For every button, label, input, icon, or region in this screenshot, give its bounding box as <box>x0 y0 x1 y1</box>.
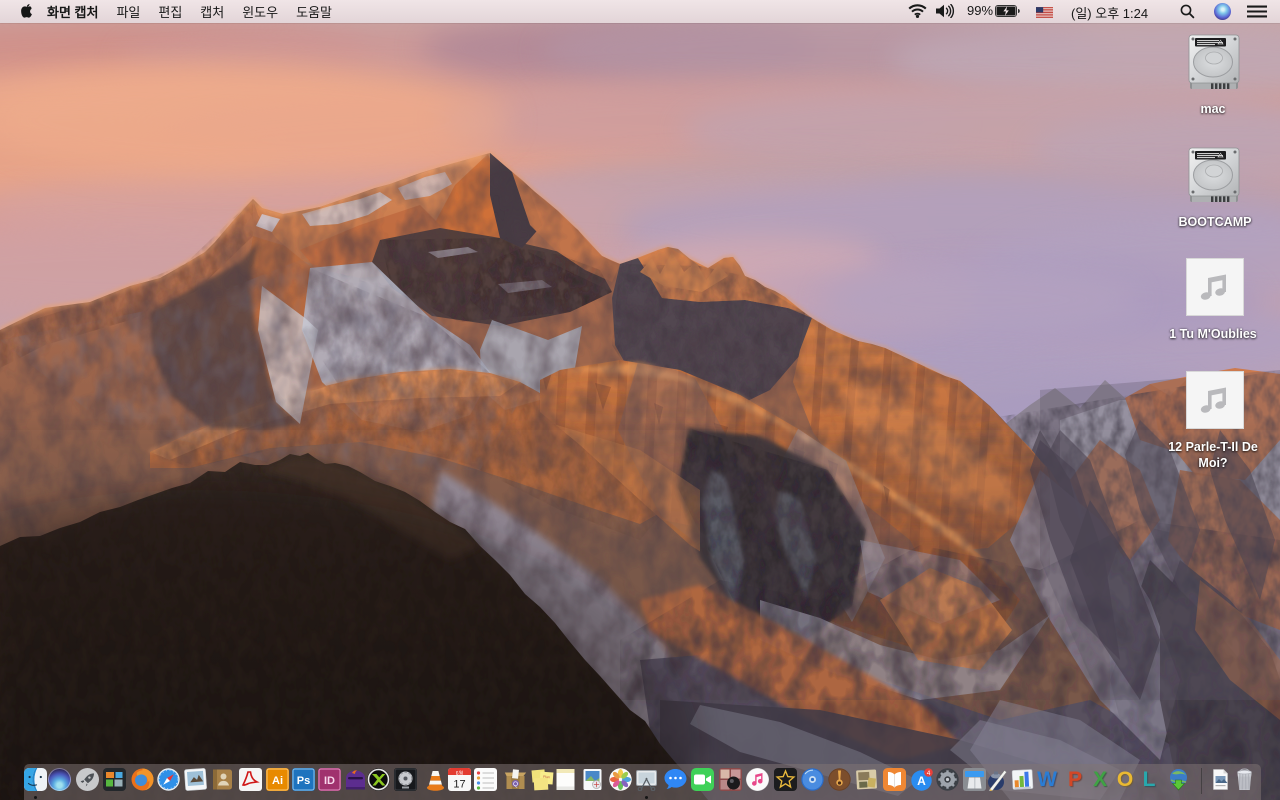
svg-text:Ps: Ps <box>296 775 309 787</box>
svg-text:Ai: Ai <box>272 775 283 787</box>
svg-text:A: A <box>917 774 926 788</box>
svg-text:6월: 6월 <box>455 770 463 777</box>
svg-text:ID: ID <box>324 775 335 787</box>
svg-text:Q: Q <box>512 781 517 788</box>
svg-text:Plan: Plan <box>542 775 549 779</box>
svg-text:4: 4 <box>926 770 930 777</box>
svg-text:17: 17 <box>453 779 465 791</box>
